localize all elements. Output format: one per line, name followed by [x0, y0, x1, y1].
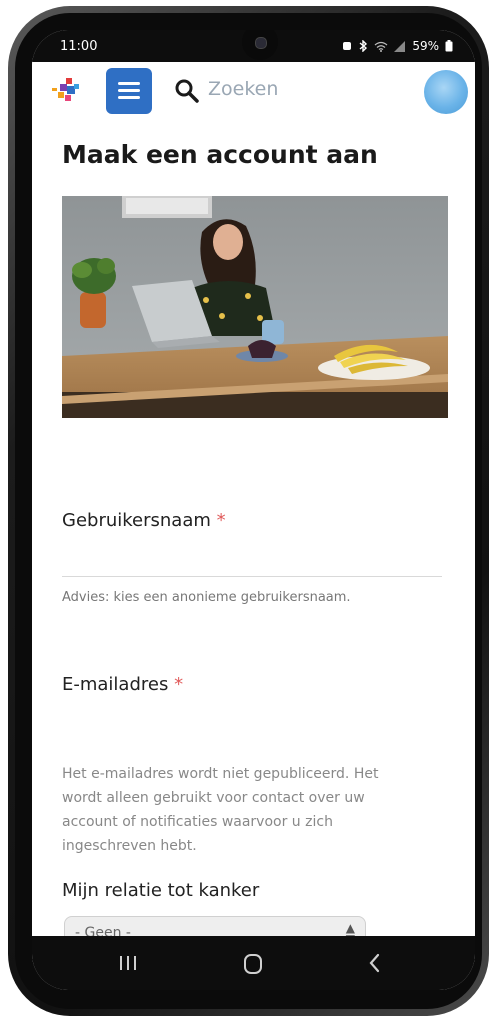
bluetooth-icon: [359, 40, 368, 52]
site-logo[interactable]: [48, 74, 84, 106]
username-field-line: [62, 576, 442, 577]
username-label: Gebruikersnaam *: [62, 510, 226, 531]
email-label: E-mailadres *: [62, 674, 184, 695]
username-hint: Advies: kies een anonieme gebruikersnaam…: [62, 590, 351, 605]
required-marker: *: [216, 510, 226, 531]
username-input[interactable]: [62, 542, 442, 576]
page-title: Maak een account aan: [62, 140, 378, 169]
email-hint: Het e-mailadres wordt niet gepubliceerd.…: [62, 766, 379, 854]
status-bar: 11:00 59%: [32, 30, 475, 62]
search-input[interactable]: Zoeken: [208, 78, 278, 100]
back-button[interactable]: [366, 952, 384, 974]
system-navigation-bar: [32, 936, 475, 990]
relation-label: Mijn relatie tot kanker: [62, 880, 260, 901]
required-marker: *: [174, 674, 184, 695]
screen: 11:00 59% Zoeken Maak een account aan Ge…: [32, 30, 475, 990]
notification-icon: [343, 42, 352, 50]
user-avatar-icon[interactable]: [424, 70, 468, 114]
front-camera: [242, 30, 278, 60]
search-icon[interactable]: [174, 78, 200, 104]
battery-percent: 59%: [412, 39, 439, 53]
email-input[interactable]: [62, 706, 442, 740]
top-navigation: Zoeken: [32, 62, 475, 122]
battery-icon: [445, 40, 453, 52]
hamburger-icon: [118, 82, 140, 85]
status-time: 11:00: [60, 39, 98, 54]
menu-button[interactable]: [106, 68, 152, 114]
status-icons: 59%: [342, 39, 453, 53]
home-button[interactable]: [244, 954, 262, 974]
recent-apps-button[interactable]: [120, 956, 138, 970]
hero-image: [62, 196, 448, 418]
wifi-icon: [374, 41, 388, 52]
signal-icon: [394, 40, 406, 52]
